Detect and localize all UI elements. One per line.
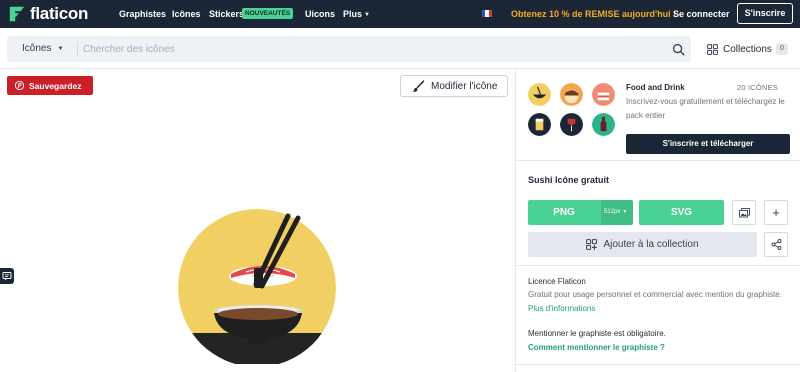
- license-more-link[interactable]: Plus d'informations: [528, 304, 595, 313]
- png-size-value: 512px: [604, 209, 621, 215]
- png-label: PNG: [553, 207, 575, 218]
- signup-button[interactable]: S'inscrire: [737, 3, 793, 24]
- section-divider: [516, 160, 800, 161]
- collections-label: Collections: [723, 43, 772, 55]
- section-divider: [516, 364, 800, 365]
- pack-thumb-cake-icon: [592, 83, 615, 106]
- attribution-link[interactable]: Comment mentionner le graphiste ?: [528, 343, 665, 352]
- pinterest-icon: [15, 81, 24, 90]
- nav-link-icones[interactable]: Icônes: [172, 9, 201, 19]
- chevron-down-icon: ▼: [364, 12, 370, 18]
- pack-thumb-wine-bottle-icon: [592, 113, 615, 136]
- license-description: Gratuit pour usage personnel et commerci…: [528, 288, 790, 316]
- pack-thumb-wine-glass-icon: [560, 113, 583, 136]
- top-navbar: flaticon Graphistes Icônes Stickers NOUV…: [0, 0, 800, 28]
- promo-link[interactable]: Obtenez 10 % de REMISE aujourd'hui !: [511, 9, 676, 19]
- collections-count-badge: 0: [775, 43, 788, 55]
- pack-thumb-pizza-icon: [560, 83, 583, 106]
- section-divider: [516, 265, 800, 266]
- brand-name: flaticon: [30, 4, 89, 23]
- flaticon-logo-icon: [9, 6, 25, 22]
- category-select-value: Icônes: [22, 43, 52, 54]
- caret-down-icon: ▼: [57, 46, 64, 52]
- save-button-label: Sauvegardez: [29, 80, 82, 91]
- collections-button[interactable]: Collections 0: [707, 42, 788, 56]
- category-select[interactable]: Icônes ▼: [22, 36, 63, 62]
- login-link[interactable]: Se connecter: [673, 9, 730, 19]
- pack-title[interactable]: Food and Drink: [626, 83, 685, 92]
- license-title: Licence Flaticon: [528, 277, 586, 286]
- add-collection-icon: [586, 239, 598, 250]
- png-download-button[interactable]: PNG 512px ▼: [528, 200, 633, 225]
- image-icon: [738, 207, 750, 217]
- share-button[interactable]: [764, 232, 788, 257]
- search-box: Icônes ▼: [7, 36, 691, 62]
- add-to-collection-button[interactable]: Ajouter à la collection: [528, 232, 757, 257]
- edit-button-label: Modifier l'icône: [431, 80, 498, 92]
- nav-link-graphistes[interactable]: Graphistes: [119, 9, 166, 19]
- image-preview-button[interactable]: [732, 200, 756, 225]
- chat-icon: [2, 272, 12, 281]
- pack-thumb-beer-icon: [528, 113, 551, 136]
- nav-link-plus[interactable]: Plus ▼: [343, 9, 370, 19]
- paintbrush-icon: [412, 79, 425, 92]
- add-button[interactable]: +: [764, 200, 788, 225]
- pack-signup-download-button[interactable]: S'inscrire et télécharger: [626, 134, 790, 154]
- pack-thumb-bowl-icon: [528, 83, 551, 106]
- search-input[interactable]: [83, 39, 663, 59]
- pack-preview-grid[interactable]: [528, 83, 618, 143]
- nav-link-plus-label: Plus: [343, 9, 363, 19]
- new-badge: NOUVEAUTÉS: [242, 8, 294, 19]
- caret-down-icon: ▼: [622, 209, 628, 215]
- sushi-icon-preview: [178, 209, 336, 364]
- nav-link-stickers[interactable]: Stickers: [209, 9, 244, 19]
- svg-download-button[interactable]: SVG: [639, 200, 724, 225]
- right-panel-divider: [515, 69, 516, 372]
- grid-icon: [707, 43, 718, 55]
- flaticon-logo[interactable]: flaticon: [8, 4, 88, 24]
- search-divider: [77, 42, 78, 56]
- license-text: Gratuit pour usage personnel et commerci…: [528, 290, 782, 299]
- attribution-title: Mentionner le graphiste est obligatoire.: [528, 329, 666, 338]
- search-bar-row: Icônes ▼ Collections 0: [0, 28, 800, 69]
- pack-description: Inscrivez-vous gratuitement et télécharg…: [626, 97, 785, 120]
- pack-count: 20 ICÔNES: [737, 83, 778, 92]
- png-size-select[interactable]: 512px ▼: [601, 200, 633, 225]
- add-to-collection-label: Ajouter à la collection: [603, 239, 699, 250]
- nav-link-uicons[interactable]: Uicons: [305, 9, 335, 19]
- french-flag-icon[interactable]: [482, 10, 492, 17]
- feedback-tab[interactable]: [0, 268, 14, 284]
- share-icon: [771, 239, 781, 250]
- plus-icon: +: [772, 205, 780, 220]
- icon-title: Sushi Icône gratuit: [528, 175, 610, 185]
- edit-icon-button[interactable]: Modifier l'icône: [400, 75, 508, 97]
- pinterest-save-button[interactable]: Sauvegardez: [7, 76, 93, 95]
- search-icon[interactable]: [672, 43, 685, 56]
